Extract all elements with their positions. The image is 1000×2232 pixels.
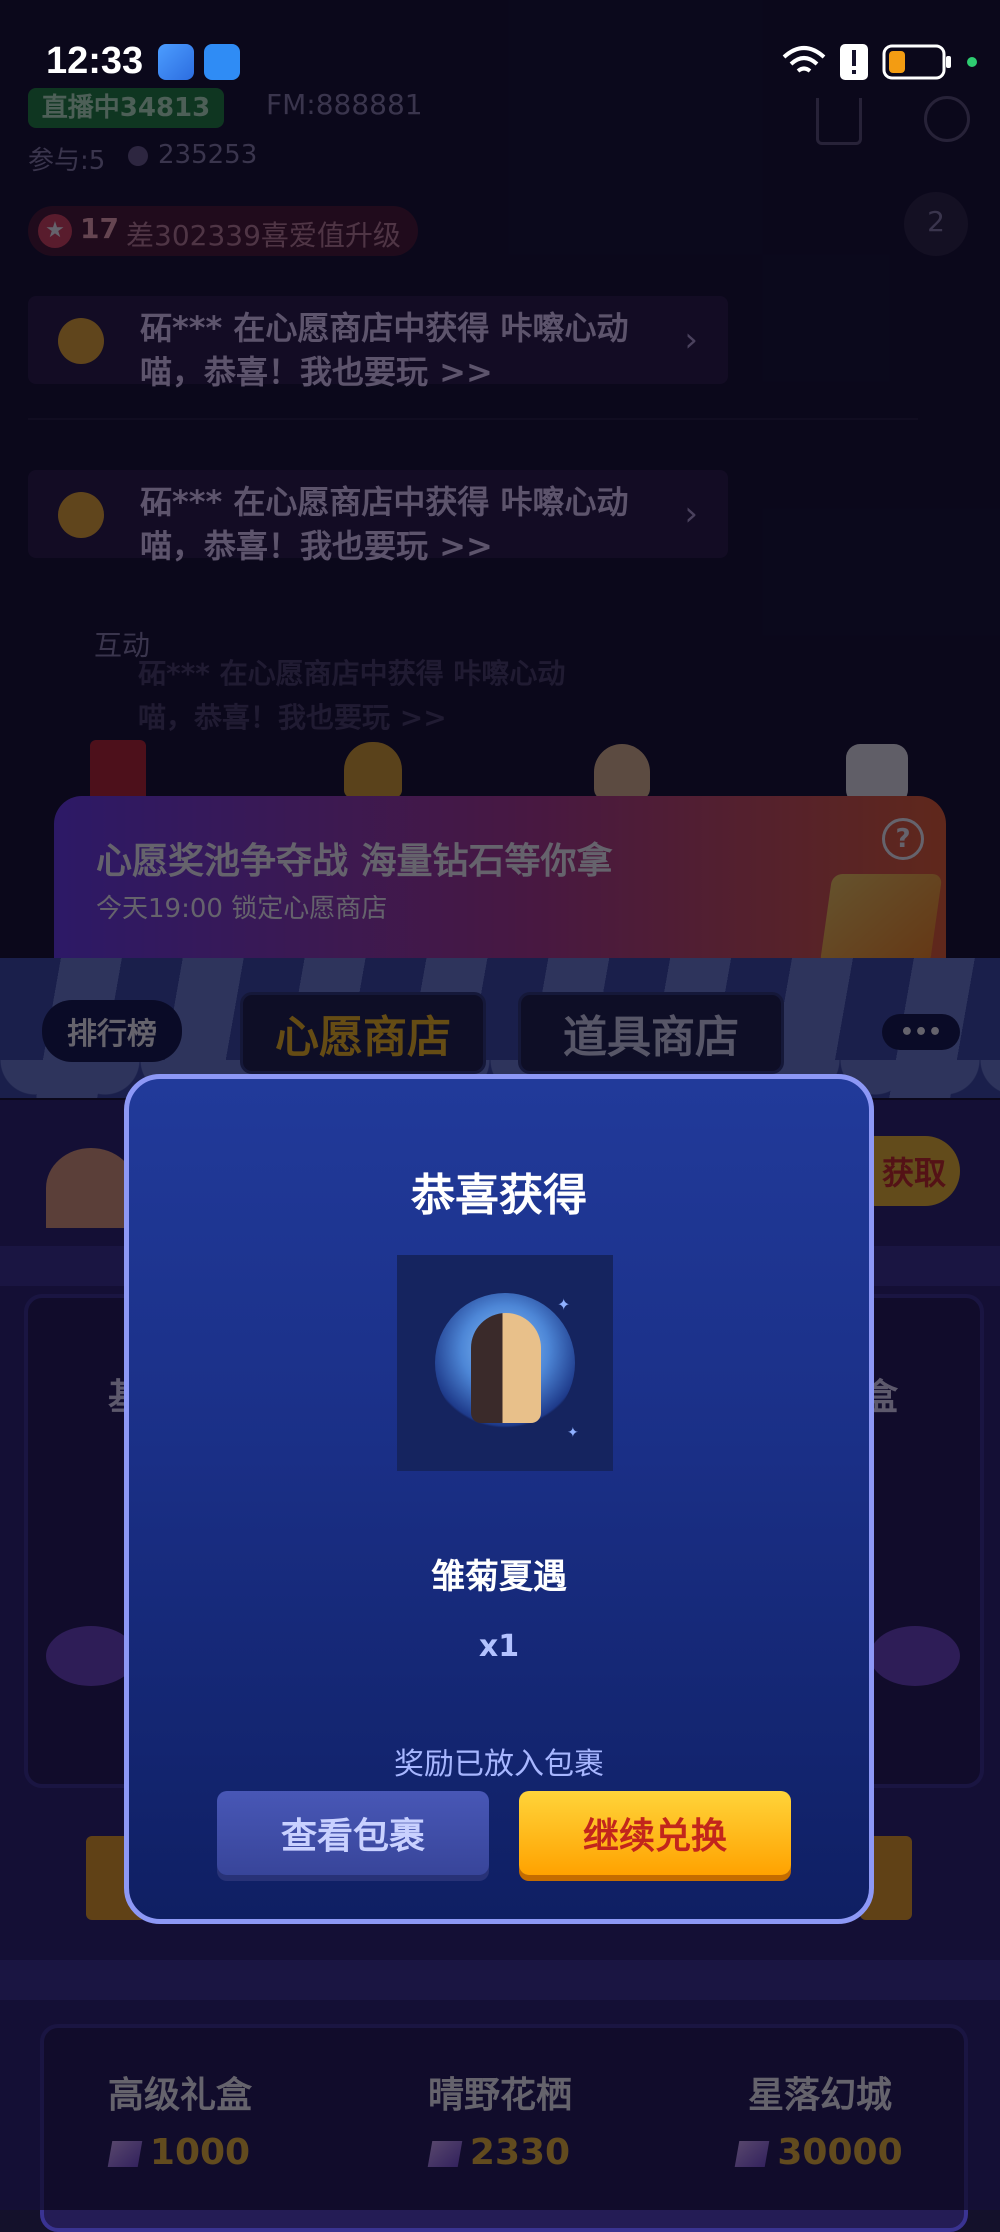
ranking-tab[interactable]: 排行榜	[42, 1000, 182, 1062]
emoji-avatar-icon	[58, 318, 104, 364]
dice-icon[interactable]	[846, 744, 908, 804]
avatar-fan-icon	[46, 1148, 136, 1228]
prize-price: 2330	[469, 2132, 571, 2173]
wish-pool-banner[interactable]: 心愿奖池争夺战 海量钻石等你拿 今天19:00 锁定心愿商店 ?	[54, 796, 946, 966]
baby-app-icon	[204, 44, 240, 80]
banner-subtitle: 今天19:00 锁定心愿商店	[96, 894, 388, 924]
modal-title: 恭喜获得	[411, 1170, 587, 1221]
shop-shelf-mid	[0, 1960, 1000, 2000]
app-notification-icon	[158, 44, 194, 80]
prize-quantity: x1	[478, 1629, 520, 1664]
sparkle-icon: ✦	[567, 1425, 579, 1441]
heat-count: 235253	[158, 140, 258, 170]
prize-price: 1000	[149, 2132, 251, 2173]
prize-item[interactable]: 晴野花栖 2330	[380, 2066, 620, 2173]
prize-name: 高级礼盒	[107, 2075, 252, 2116]
battery-icon	[882, 44, 951, 80]
charging-dot-icon	[967, 57, 977, 67]
view-bag-button[interactable]: 查看包裹	[217, 1791, 489, 1875]
reward-note: 奖励已放入包裹	[394, 1747, 604, 1782]
prize-image: ✦ ✦	[397, 1255, 613, 1471]
system-icons	[782, 42, 978, 82]
alert-icon	[840, 44, 868, 80]
level-number: 17	[80, 212, 119, 245]
couple-illustration	[471, 1313, 541, 1423]
pedestal-left	[46, 1626, 136, 1686]
pedestal-right	[870, 1626, 960, 1686]
chevron-right-icon: ›	[684, 494, 698, 534]
red-envelope-icon[interactable]	[90, 740, 146, 804]
gem-icon	[427, 2141, 463, 2167]
gift-notice[interactable]: 砳*** 在心愿商店中获得 咔嚓心动喵，恭喜！我也要玩 >> ›	[28, 296, 728, 391]
prize-name: 雏菊夏遇	[431, 1557, 567, 1597]
prize-price: 30000	[777, 2132, 903, 2173]
wifi-icon	[782, 46, 826, 73]
upgrade-text: 差302339喜爱值升级	[126, 219, 401, 252]
tab-wish-shop[interactable]: 心愿商店	[240, 992, 486, 1074]
victory-hand-icon[interactable]	[594, 744, 650, 800]
diamond-icon	[819, 874, 943, 966]
prize-name: 星落幻城	[747, 2075, 892, 2116]
prize-name: 晴野花栖	[427, 2075, 572, 2116]
gift-notice-faded: 砳*** 在心愿商店中获得 咔嚓心动喵，恭喜！我也要玩 >>	[138, 657, 566, 734]
help-icon[interactable]: ?	[882, 818, 924, 860]
gift-notice[interactable]: 砳*** 在心愿商店中获得 咔嚓心动喵，恭喜！我也要玩 >> ›	[28, 470, 728, 565]
prize-item[interactable]: 星落幻城 30000	[700, 2066, 940, 2173]
sparkle-icon: ✦	[557, 1295, 571, 1314]
banner-title: 心愿奖池争夺战 海量钻石等你拿	[96, 841, 613, 882]
reward-modal: 恭喜获得 ✦ ✦ 雏菊夏遇 x1 奖励已放入包裹 查看包裹 继续兑换	[124, 1074, 874, 1924]
gem-icon	[107, 2141, 143, 2167]
bell-icon[interactable]	[344, 742, 402, 798]
participants-count: 参与:5	[28, 146, 106, 176]
gem-icon	[735, 2141, 770, 2167]
chevron-right-icon: ›	[684, 320, 698, 360]
heat-icon	[128, 146, 148, 166]
level-badge: ★ 17 差302339喜爱值升级	[28, 206, 418, 256]
rank-badge[interactable]: 2	[904, 192, 968, 256]
notice-divider	[28, 418, 918, 420]
more-menu-button[interactable]: •••	[882, 1014, 960, 1050]
prize-item[interactable]: 高级礼盒 1000	[60, 2066, 300, 2173]
continue-exchange-button[interactable]: 继续兑换	[519, 1791, 791, 1875]
emoji-avatar-icon	[58, 492, 104, 538]
star-icon: ★	[38, 214, 72, 248]
clock: 12:33	[46, 40, 144, 82]
tab-item-shop[interactable]: 道具商店	[518, 992, 784, 1074]
status-bar: 12:33	[0, 0, 1000, 120]
